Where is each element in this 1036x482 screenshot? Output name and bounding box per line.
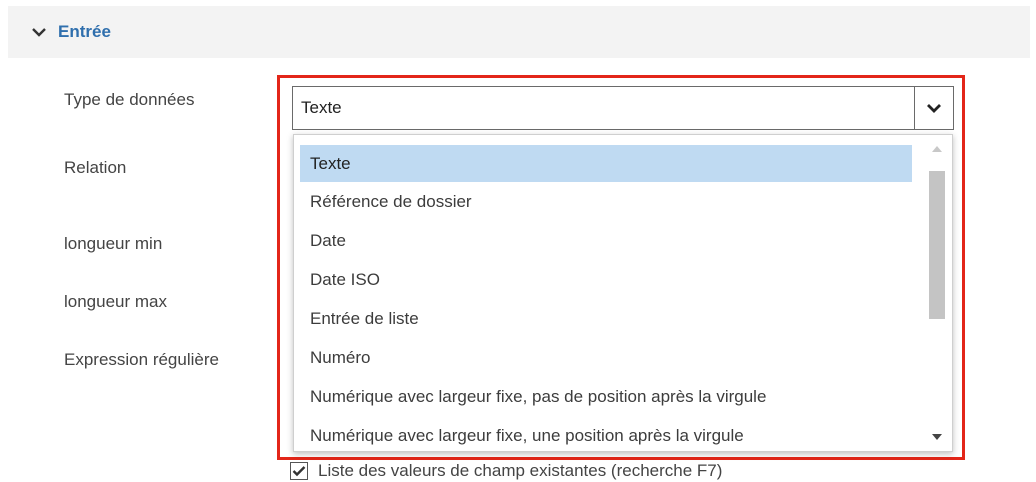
checkbox-label: Liste des valeurs de champ existantes (r… — [318, 461, 723, 480]
dropdown-option-numerique-fixe-0[interactable]: Numérique avec largeur fixe, pas de posi… — [300, 378, 912, 415]
dropdown-option-date[interactable]: Date — [300, 222, 912, 259]
label-longueur-min: longueur min — [64, 234, 163, 253]
dropdown-option-entree-de-liste[interactable]: Entrée de liste — [300, 300, 912, 337]
dropdown-list[interactable]: Texte Référence de dossier Date Date ISO… — [293, 134, 953, 452]
section-title: Entrée — [58, 22, 111, 41]
dropdown-option-numero[interactable]: Numéro — [300, 339, 912, 376]
select-current-value: Texte — [301, 98, 342, 117]
dropdown-option-texte[interactable]: Texte — [300, 145, 912, 182]
dropdown-option-reference-de-dossier[interactable]: Référence de dossier — [300, 183, 912, 220]
dropdown-option-numerique-fixe-1[interactable]: Numérique avec largeur fixe, une positio… — [300, 417, 912, 451]
label-expression-reguliere: Expression régulière — [64, 350, 219, 369]
chevron-down-icon — [927, 104, 941, 113]
dropdown-toggle-button[interactable] — [914, 87, 953, 129]
label-type-de-donnees: Type de données — [64, 90, 195, 109]
scroll-down-arrow-icon[interactable] — [926, 429, 948, 445]
label-longueur-max: longueur max — [64, 292, 168, 311]
dropdown-option-date-iso[interactable]: Date ISO — [300, 261, 912, 298]
label-relation: Relation — [64, 158, 127, 177]
scrollbar-thumb[interactable] — [929, 171, 945, 319]
data-type-select[interactable]: Texte — [292, 86, 954, 130]
checkbox[interactable] — [290, 462, 308, 480]
scrollbar[interactable] — [926, 141, 948, 445]
scroll-up-arrow-icon[interactable] — [926, 141, 948, 157]
section-header-entree[interactable]: Entrée — [8, 6, 1030, 58]
chevron-down-icon[interactable] — [30, 23, 48, 41]
